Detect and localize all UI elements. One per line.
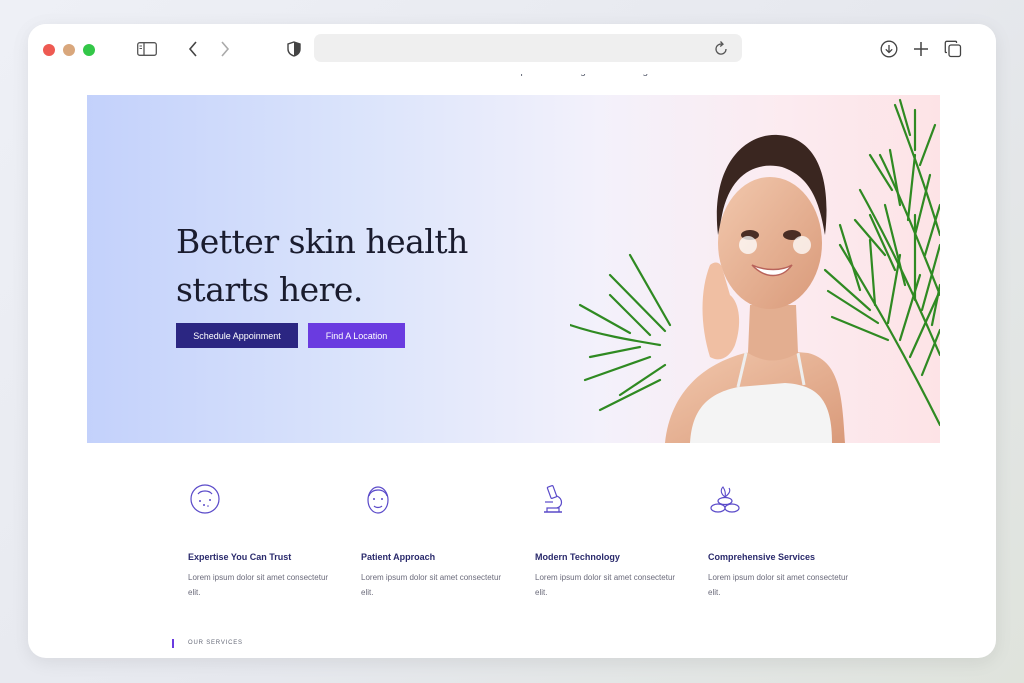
hero-title: Better skin health starts here. [176,222,468,309]
feature-description: Lorem ipsum dolor sit amet consectetur e… [708,573,849,597]
schedule-appointment-button[interactable]: Schedule Appoinment [176,323,298,348]
feature-title: Modern Technology [535,552,620,562]
back-icon[interactable] [182,38,204,60]
hero-banner: Better skin health starts here. Schedule… [87,95,940,443]
feature-description: Lorem ipsum dolor sit amet consectetur e… [361,573,502,597]
feature-title: Expertise You Can Trust [188,552,292,562]
browser-window: Home Services About Membership Page Blog… [28,24,996,658]
reload-icon[interactable] [714,40,728,61]
feature-title: Comprehensive Services [708,552,816,562]
forward-icon[interactable] [214,38,236,60]
new-tab-icon[interactable] [910,38,932,60]
hero-portrait-image [570,98,940,443]
find-location-button[interactable]: Find A Location [308,323,405,348]
zoom-window-button[interactable] [83,44,95,56]
shield-icon[interactable] [283,38,305,60]
minimize-window-button[interactable] [63,44,75,56]
microscope-icon [544,485,563,513]
address-bar[interactable] [314,34,742,62]
download-icon[interactable] [878,38,900,60]
feature-description: Lorem ipsum dolor sit amet consectetur e… [535,573,676,597]
close-window-button[interactable] [43,44,55,56]
browser-toolbar [28,24,996,74]
spa-stones-icon [710,486,740,513]
sidebar-icon[interactable] [136,38,158,60]
feature-title: Patient Approach [361,552,436,562]
services-section-label: OUR SERVICES [188,640,243,646]
services-accent-bar [172,639,174,648]
face-mask-icon [367,486,389,514]
face-skin-icon [190,484,220,514]
feature-description: Lorem ipsum dolor sit amet consectetur e… [188,573,329,597]
tabs-overview-icon[interactable] [942,38,964,60]
